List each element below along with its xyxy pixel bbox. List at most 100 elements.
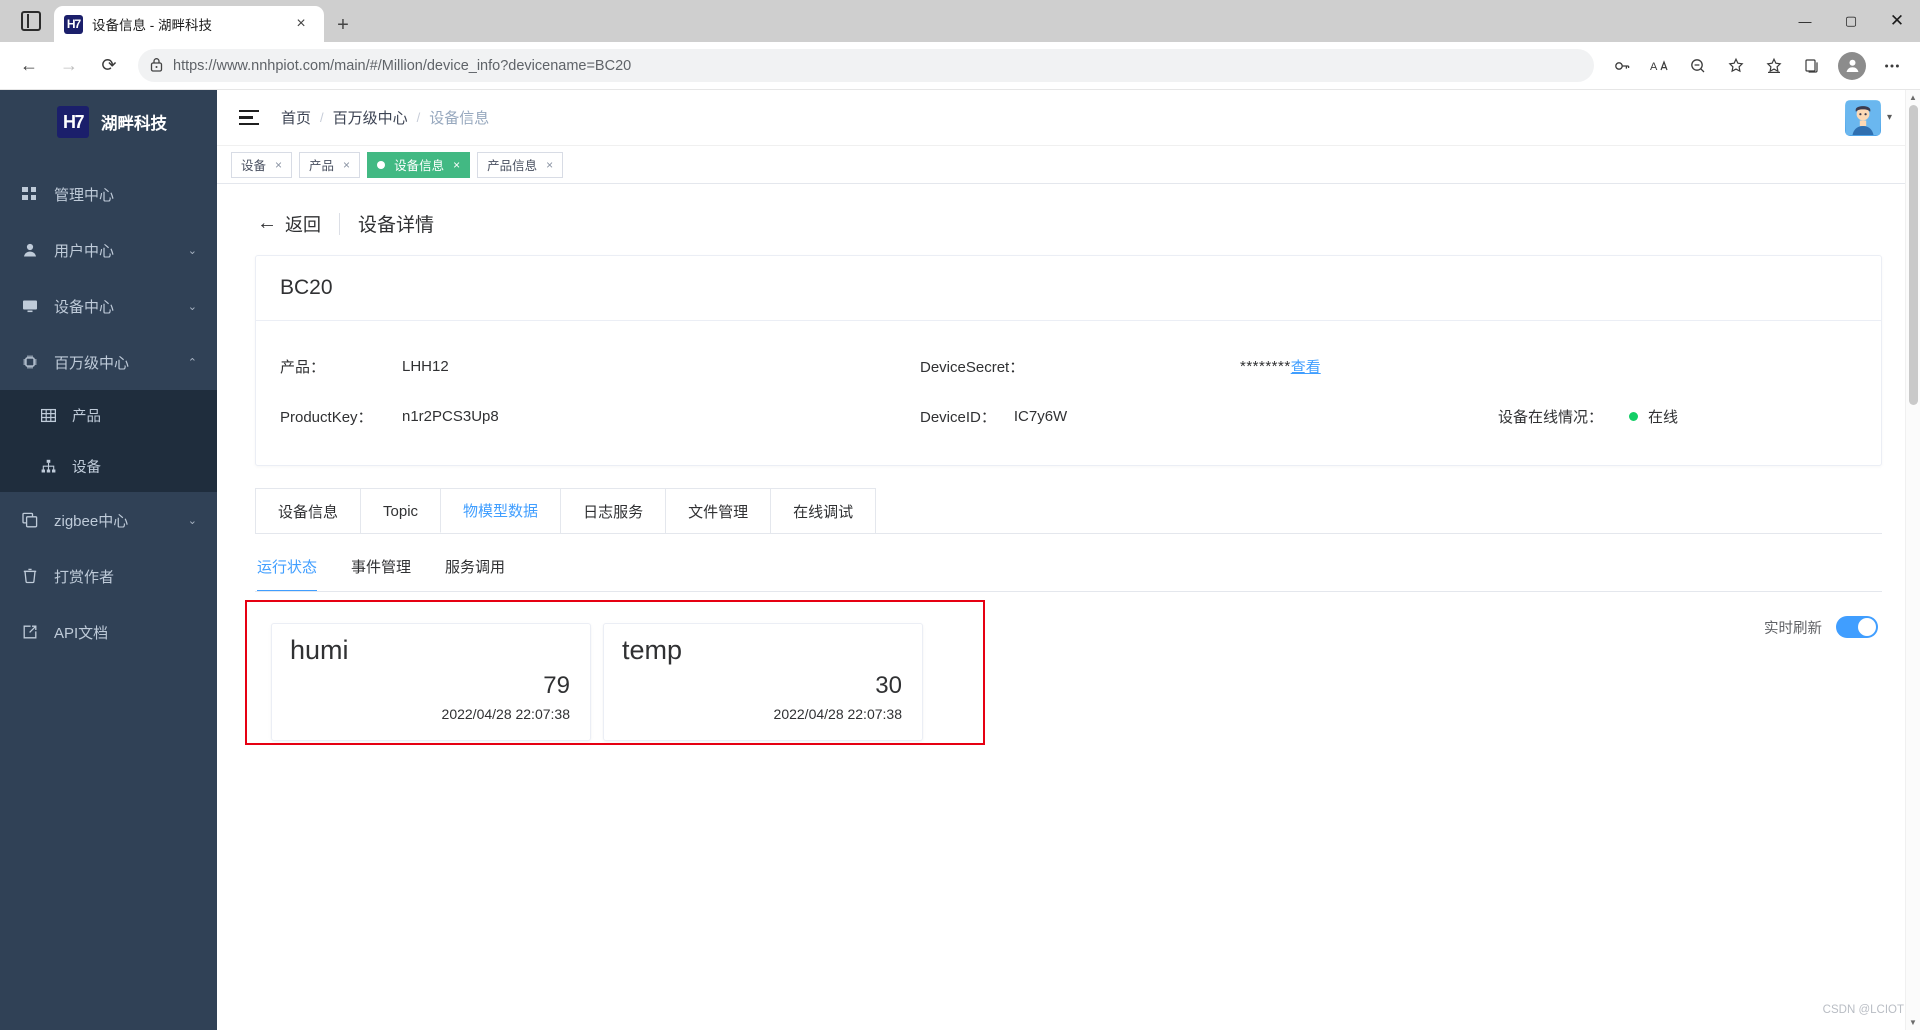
tag-product-info[interactable]: 产品信息 × xyxy=(477,151,564,178)
tab-file-management[interactable]: 文件管理 xyxy=(665,488,772,533)
profile-icon[interactable] xyxy=(1838,51,1866,80)
status-dot-icon xyxy=(1629,411,1639,421)
sidebar-item-label: 打赏作者 xyxy=(54,568,115,586)
page-header: ← 返回 设备详情 xyxy=(239,204,1898,255)
property-card[interactable]: temp 30 2022/04/28 22:07:38 xyxy=(603,623,923,741)
sidebar-item-device-center[interactable]: 设备中心 ⌄ xyxy=(0,278,217,334)
sidebar-item-api-doc[interactable]: API文档 xyxy=(0,604,217,660)
sidebar-item-user-center[interactable]: 用户中心 ⌄ xyxy=(0,222,217,278)
property-name: humi xyxy=(290,635,349,665)
realtime-refresh-toggle[interactable] xyxy=(1836,616,1878,638)
device-name: BC20 xyxy=(256,256,1881,321)
brand[interactable]: H7 湖畔科技 xyxy=(0,94,217,150)
sidebar-item-label: 产品 xyxy=(72,409,101,425)
back-label: 返回 xyxy=(285,214,321,235)
new-tab-button[interactable]: + xyxy=(330,12,356,38)
avatar[interactable] xyxy=(1844,99,1881,136)
copy-icon xyxy=(20,512,40,528)
page-viewport: H7 湖畔科技 管理中心 用户中心 ⌄ 设备中心 ⌄ 百万级中心 ⌃ 产品 设备… xyxy=(0,90,1920,1030)
realtime-refresh-label: 实时刷新 xyxy=(1764,620,1822,637)
tab-thing-model-data[interactable]: 物模型数据 xyxy=(440,488,562,533)
toolbar-icons: A xyxy=(1604,48,1910,84)
topbar-right: ▾ xyxy=(1844,99,1898,136)
sidebar-item-management-center[interactable]: 管理中心 xyxy=(0,166,217,222)
scrollbar-thumb[interactable] xyxy=(1909,105,1918,405)
scroll-down-arrow[interactable]: ▼ xyxy=(1906,1015,1920,1030)
page-scrollbar[interactable]: ▲ ▼ xyxy=(1905,90,1920,1030)
info-row-productkey: ProductKey： n1r2PCS3Up8 DeviceID： IC7y6W… xyxy=(280,391,1857,441)
maximize-button[interactable]: ▢ xyxy=(1828,0,1874,42)
close-icon[interactable]: × xyxy=(288,11,314,37)
browser-window: H7 设备信息 - 湖畔科技 × + — ▢ ✕ ← → ⟳ https://w… xyxy=(0,0,1920,1030)
page-content: ← 返回 设备详情 BC20 产品： LHH12 DeviceSecret： *… xyxy=(217,184,1920,1030)
settings-more-icon[interactable] xyxy=(1874,48,1910,84)
sidebar-item-label: API文档 xyxy=(54,624,109,642)
address-bar[interactable]: https://www.nnhpiot.com/main/#/Million/d… xyxy=(138,49,1594,82)
main-area: 首页 / 百万级中心 / 设备信息 ▾ 设备 × 产品 × 设备信息 × 产品信… xyxy=(217,90,1920,1030)
sidebar-item-label: 设备中心 xyxy=(54,298,115,316)
close-icon[interactable]: × xyxy=(275,158,282,172)
close-icon[interactable]: × xyxy=(546,158,553,172)
scroll-up-arrow[interactable]: ▲ xyxy=(1906,90,1920,105)
tab-list-button[interactable] xyxy=(8,0,54,42)
favorites-icon[interactable] xyxy=(1756,48,1792,84)
forward-button[interactable]: → xyxy=(50,47,88,85)
browser-tab[interactable]: H7 设备信息 - 湖畔科技 × xyxy=(54,6,324,42)
page-title: 设备详情 xyxy=(358,215,435,236)
sidebar-item-zigbee-center[interactable]: zigbee中心 ⌄ xyxy=(0,492,217,548)
sidebar: H7 湖畔科技 管理中心 用户中心 ⌄ 设备中心 ⌄ 百万级中心 ⌃ 产品 设备… xyxy=(0,90,217,1030)
tag-device-info[interactable]: 设备信息 × xyxy=(367,151,471,178)
sidebar-item-product[interactable]: 产品 xyxy=(0,390,217,441)
tab-topic[interactable]: Topic xyxy=(360,488,442,533)
sidebar-item-label: 用户中心 xyxy=(54,242,115,260)
device-detail-card: BC20 产品： LHH12 DeviceSecret： ******** 查看… xyxy=(255,255,1882,466)
chevron-down-icon: ⌄ xyxy=(187,514,197,527)
device-secret-label: DeviceSecret： xyxy=(920,358,1025,376)
read-aloud-icon[interactable]: A xyxy=(1642,48,1678,84)
tab-online-debug[interactable]: 在线调试 xyxy=(770,488,877,533)
tag-device[interactable]: 设备 × xyxy=(231,151,293,178)
subtab-running-status[interactable]: 运行状态 xyxy=(257,556,318,592)
breadcrumb-item-device-info: 设备信息 xyxy=(429,110,490,127)
reload-button[interactable]: ⟳ xyxy=(90,47,128,85)
collections-icon[interactable] xyxy=(1794,48,1830,84)
zoom-out-icon[interactable] xyxy=(1680,48,1716,84)
tab-log-service[interactable]: 日志服务 xyxy=(560,488,667,533)
subtab-event-management[interactable]: 事件管理 xyxy=(351,556,411,592)
hamburger-icon[interactable] xyxy=(239,109,259,126)
subtab-service-invoke[interactable]: 服务调用 xyxy=(445,556,505,592)
close-icon[interactable]: × xyxy=(453,158,460,172)
view-secret-link[interactable]: 查看 xyxy=(1291,356,1321,377)
property-card-list: humi 79 2022/04/28 22:07:38 temp 30 2022… xyxy=(255,610,1882,741)
status-badge: 在线 xyxy=(1648,408,1679,426)
watermark: CSDN @LCIOT xyxy=(1822,1004,1904,1016)
active-dot-icon xyxy=(377,160,386,169)
monitor-icon xyxy=(20,298,40,314)
realtime-refresh: 实时刷新 xyxy=(1764,616,1878,638)
breadcrumb-item-million-center[interactable]: 百万级中心 xyxy=(333,107,408,128)
tag-label: 产品 xyxy=(309,159,335,173)
sidebar-item-device[interactable]: 设备 xyxy=(0,441,217,492)
sidebar-item-million-center[interactable]: 百万级中心 ⌃ xyxy=(0,334,217,390)
chevron-down-icon[interactable]: ▾ xyxy=(1887,112,1892,123)
property-card[interactable]: humi 79 2022/04/28 22:07:38 xyxy=(271,623,591,741)
tag-product[interactable]: 产品 × xyxy=(299,151,361,178)
window-controls: — ▢ ✕ xyxy=(1782,0,1920,42)
back-link[interactable]: ← 返回 xyxy=(257,211,321,237)
cup-icon xyxy=(20,568,40,584)
minimize-button[interactable]: — xyxy=(1782,0,1828,42)
detail-tabs-header: 设备信息 Topic 物模型数据 日志服务 文件管理 在线调试 xyxy=(255,488,1882,534)
sidebar-item-donate-author[interactable]: 打赏作者 xyxy=(0,548,217,604)
info-row-product: 产品： LHH12 DeviceSecret： ******** 查看 xyxy=(280,341,1857,391)
key-icon[interactable] xyxy=(1604,48,1640,84)
device-detail-body: 产品： LHH12 DeviceSecret： ******** 查看 Prod… xyxy=(256,321,1881,465)
close-window-button[interactable]: ✕ xyxy=(1874,0,1920,42)
breadcrumb-item-home[interactable]: 首页 xyxy=(281,107,311,128)
back-button[interactable]: ← xyxy=(10,47,48,85)
product-label: 产品： xyxy=(280,358,326,376)
sidebar-item-label: 百万级中心 xyxy=(54,354,130,372)
productkey-label: ProductKey： xyxy=(280,408,373,426)
close-icon[interactable]: × xyxy=(343,158,350,172)
tab-device-info[interactable]: 设备信息 xyxy=(255,488,362,533)
add-favorite-icon[interactable] xyxy=(1718,48,1754,84)
